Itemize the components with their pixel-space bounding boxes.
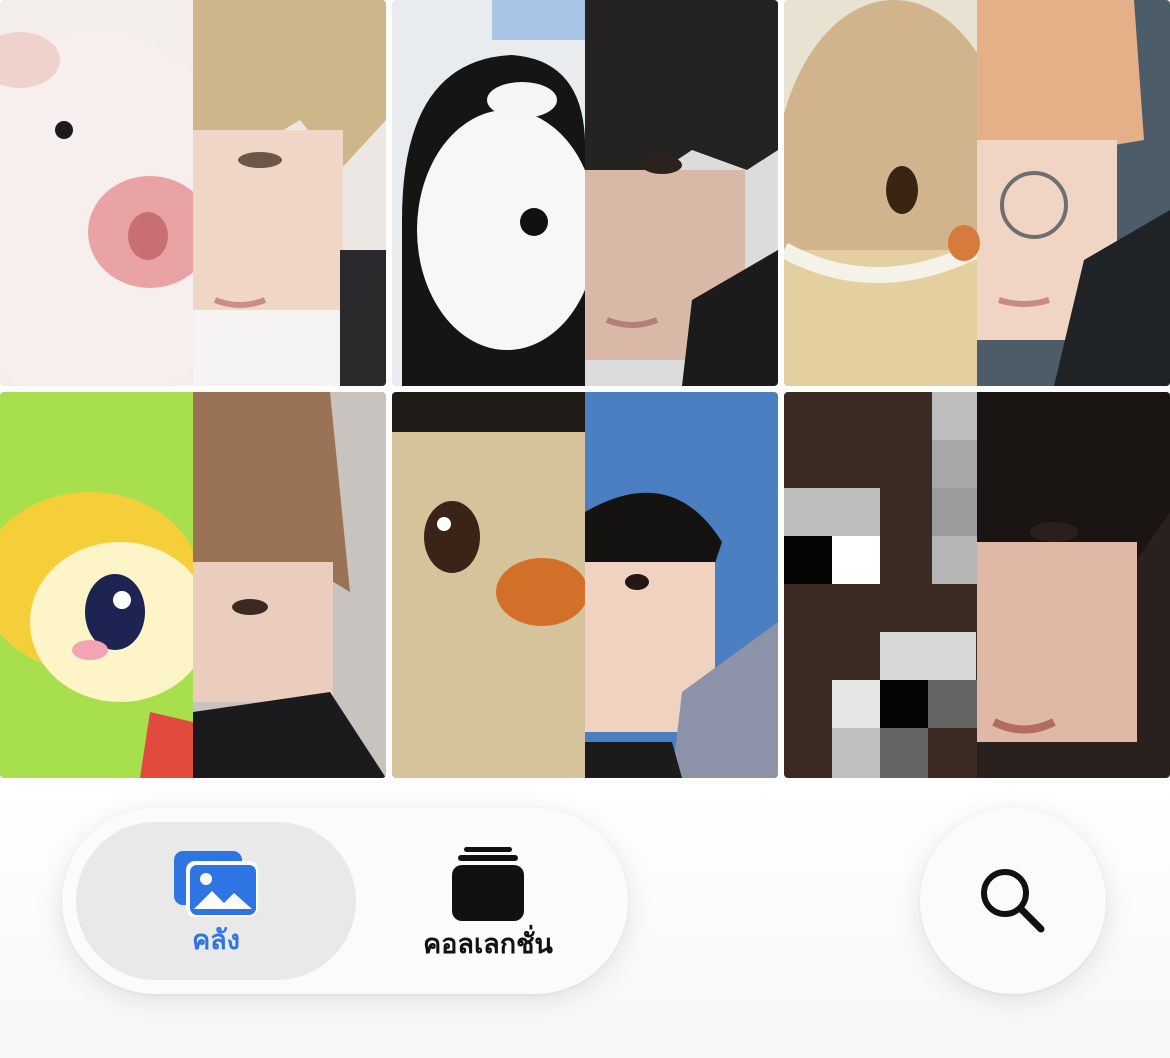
photo-thumbnail[interactable] bbox=[784, 0, 1170, 386]
collections-stack-icon bbox=[452, 846, 524, 921]
photo-thumbnail[interactable] bbox=[392, 392, 778, 778]
tab-library-label: คลัง bbox=[192, 924, 240, 956]
photo-thumbnail[interactable] bbox=[784, 392, 1170, 778]
tab-bar: คลัง คอลเลกชั่น bbox=[62, 808, 628, 994]
photos-app-screen: คลัง คอลเลกชั่น bbox=[0, 0, 1170, 1058]
search-button[interactable] bbox=[920, 808, 1106, 994]
photo-image bbox=[784, 0, 1170, 386]
photo-image bbox=[784, 392, 1170, 778]
photo-image bbox=[392, 0, 778, 386]
photo-image bbox=[392, 392, 778, 778]
tab-library[interactable]: คลัง bbox=[76, 822, 356, 980]
photo-library-icon bbox=[174, 850, 258, 917]
magnifying-glass-icon bbox=[981, 869, 1045, 933]
photo-thumbnail[interactable] bbox=[0, 392, 386, 778]
photo-thumbnail[interactable] bbox=[0, 0, 386, 386]
photo-image bbox=[0, 392, 386, 778]
photo-grid bbox=[0, 0, 1170, 780]
tab-collections[interactable]: คอลเลกชั่น bbox=[362, 822, 614, 980]
photo-image bbox=[0, 0, 386, 386]
tab-collections-label: คอลเลกชั่น bbox=[423, 928, 553, 960]
photo-thumbnail[interactable] bbox=[392, 0, 778, 386]
